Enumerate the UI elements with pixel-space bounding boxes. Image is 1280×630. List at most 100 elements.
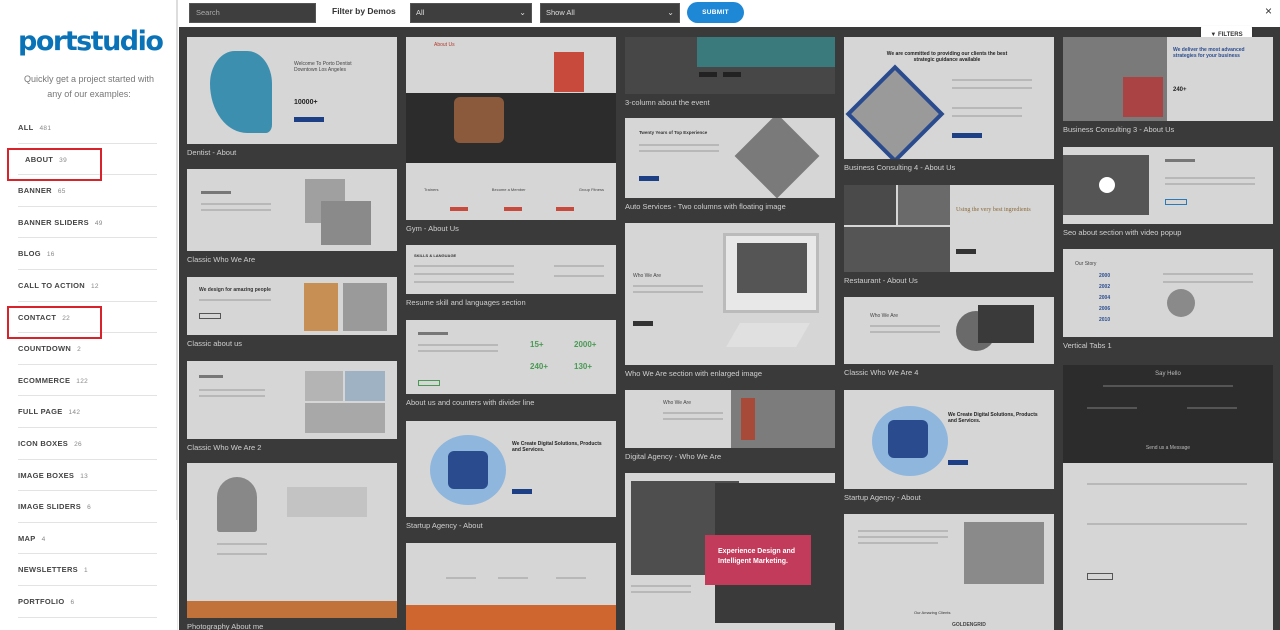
sidebar-item-icon-boxes[interactable]: ICON BOXES 26 bbox=[18, 428, 157, 460]
demo-card[interactable]: Classic Who We Are bbox=[187, 169, 397, 264]
sidebar-item-count: 65 bbox=[57, 188, 66, 196]
demo-card[interactable]: Welcome To Porto Dentist Downtown Los An… bbox=[187, 37, 397, 157]
sidebar-item-label: COUNTDOWN bbox=[18, 344, 72, 354]
submit-button[interactable]: SUBMIT bbox=[687, 2, 744, 23]
sidebar-scrollbar[interactable] bbox=[176, 0, 178, 520]
demo-thumbnail[interactable]: We are committed to providing our client… bbox=[844, 37, 1054, 159]
card-label: Digital Agency - Who We Are bbox=[625, 452, 722, 461]
sidebar-item-ecommerce[interactable]: ECOMMERCE 122 bbox=[18, 365, 157, 397]
demo-thumbnail[interactable] bbox=[625, 37, 835, 94]
demo-card[interactable]: Photography About me bbox=[187, 463, 397, 630]
demo-thumbnail[interactable]: SKILLS & LANGUAGE bbox=[406, 245, 616, 294]
sidebar-item-count: 39 bbox=[59, 156, 68, 164]
demo-select[interactable]: All ⌄ bbox=[410, 3, 532, 23]
sidebar-item-banner-sliders[interactable]: BANNER SLIDERS 49 bbox=[18, 207, 157, 239]
demo-thumbnail[interactable] bbox=[187, 361, 397, 439]
thumb-title: Who We Are bbox=[663, 400, 691, 406]
demo-thumbnail[interactable]: Who We Are bbox=[844, 297, 1054, 364]
sidebar-item-count: 6 bbox=[87, 504, 91, 512]
sidebar-item-image-boxes[interactable]: IMAGE BOXES 13 bbox=[18, 460, 157, 492]
sidebar-item-label: ABOUT bbox=[25, 154, 54, 164]
demo-thumbnail[interactable]: Say Hello Send us a Message bbox=[1063, 365, 1273, 463]
demo-thumbnail[interactable] bbox=[406, 543, 616, 630]
porto-studio-logo[interactable]: portstudio bbox=[18, 26, 164, 57]
demo-thumbnail[interactable]: We Create Digital Solutions, Products an… bbox=[406, 421, 616, 517]
demo-thumbnail[interactable]: About Us Trainers Become a Member Group Fi… bbox=[406, 37, 616, 220]
demo-card[interactable]: Say Hello Send us a Message bbox=[1063, 365, 1273, 630]
sidebar-item-call-to-action[interactable]: CALL TO ACTION 12 bbox=[18, 270, 157, 302]
demo-card[interactable]: We deliver the most advanced strategies … bbox=[1063, 37, 1273, 134]
sidebar-item-countdown[interactable]: COUNTDOWN 2 bbox=[18, 333, 157, 365]
sidebar-item-banner[interactable]: BANNER 65 bbox=[18, 175, 157, 207]
close-icon[interactable]: × bbox=[1265, 4, 1272, 18]
sidebar-item-count: 2 bbox=[77, 346, 82, 354]
sidebar-item-all[interactable]: ALL 481 bbox=[18, 112, 157, 144]
demo-card[interactable]: Who We Are Digital Agency - Who We Are bbox=[625, 390, 835, 461]
demo-thumbnail[interactable]: We design for amazing people bbox=[187, 277, 397, 335]
tooth-graphic bbox=[210, 51, 272, 133]
demo-thumbnail[interactable]: Twenty Years of Top Experience bbox=[625, 118, 835, 198]
demo-card[interactable]: Classic Who We Are 2 bbox=[187, 361, 397, 452]
demo-card[interactable]: 3-column about the event bbox=[625, 37, 835, 107]
demo-card[interactable]: We design for amazing people Classic abo… bbox=[187, 277, 397, 348]
demo-thumbnail[interactable]: Welcome To Porto Dentist Downtown Los An… bbox=[187, 37, 397, 144]
demo-card[interactable]: Experience Design and Intelligent Market… bbox=[625, 473, 835, 630]
card-label: Gym - About Us bbox=[406, 224, 459, 233]
chevron-down-icon: ⌄ bbox=[519, 8, 526, 17]
demo-card[interactable]: Using the very best ingredients Restaura… bbox=[844, 185, 1054, 285]
sidebar-item-contact[interactable]: CONTACT 22 bbox=[7, 302, 157, 339]
card-label: Vertical Tabs 1 bbox=[1063, 341, 1112, 350]
demo-card[interactable]: SKILLS & LANGUAGE Resume skill and langu… bbox=[406, 245, 616, 307]
demo-thumbnail[interactable]: We Create Digital Solutions, Products an… bbox=[844, 390, 1054, 489]
sidebar-item-label: BLOG bbox=[18, 249, 41, 259]
demo-thumbnail[interactable]: Using the very best ingredients bbox=[844, 185, 1054, 272]
demo-thumbnail[interactable]: Who We Are bbox=[625, 223, 835, 365]
sidebar-item-label: BANNER SLIDERS bbox=[18, 217, 89, 227]
card-label: Resume skill and languages section bbox=[406, 298, 526, 307]
demo-card[interactable]: Seo about section with video popup bbox=[1063, 147, 1273, 237]
sidebar-item-label: IMAGE BOXES bbox=[18, 470, 75, 480]
demo-card[interactable]: Who We Are Who We Are section with enlar… bbox=[625, 223, 835, 378]
demo-card[interactable]: We Create Digital Solutions, Products an… bbox=[844, 390, 1054, 502]
sidebar-item-newsletters[interactable]: NEWSLETTERS 1 bbox=[18, 554, 157, 586]
sidebar-item-count: 4 bbox=[41, 535, 46, 543]
sidebar-item-portfolio[interactable]: PORTFOLIO 6 bbox=[18, 586, 157, 618]
sidebar-tagline: Quickly get a project started with any o… bbox=[23, 74, 155, 99]
sidebar-item-label: CONTACT bbox=[18, 312, 57, 322]
demo-card[interactable]: 15+ 2000+ 240+ 130+ About us and counter… bbox=[406, 320, 616, 407]
demo-thumbnail[interactable]: We deliver the most advanced strategies … bbox=[1063, 37, 1273, 121]
demo-thumbnail[interactable]: Experience Design and Intelligent Market… bbox=[625, 473, 835, 630]
demo-thumbnail[interactable]: Our Amazing Clients GOLDENGRID bbox=[844, 514, 1054, 630]
demo-card[interactable]: We are committed to providing our client… bbox=[844, 37, 1054, 172]
sidebar-item-map[interactable]: MAP 4 bbox=[18, 523, 157, 555]
sidebar-item-count: 12 bbox=[90, 282, 99, 290]
demo-card[interactable]: Our Amazing Clients GOLDENGRID bbox=[844, 514, 1054, 630]
demo-thumbnail[interactable]: Who We Are bbox=[625, 390, 835, 448]
demo-thumbnail[interactable] bbox=[187, 463, 397, 618]
sidebar-item-label: PORTFOLIO bbox=[18, 596, 65, 606]
card-label: Classic about us bbox=[187, 339, 243, 348]
demo-card[interactable]: Our Story 2000 2002 2004 2006 2010 Vertical … bbox=[1063, 249, 1273, 350]
demo-card[interactable] bbox=[406, 543, 616, 630]
filter-bar: Search Filter by Demos All ⌄ Show All ⌄ SU… bbox=[179, 0, 1280, 27]
demo-thumbnail[interactable] bbox=[1063, 147, 1273, 224]
demo-card[interactable]: We Create Digital Solutions, Products an… bbox=[406, 421, 616, 530]
show-select[interactable]: Show All ⌄ bbox=[540, 3, 680, 23]
demo-card[interactable]: Who We Are Classic Who We Are 4 bbox=[844, 297, 1054, 377]
sidebar-item-full-page[interactable]: FULL PAGE 142 bbox=[18, 396, 157, 428]
thumb-title: We design for amazing people bbox=[199, 287, 271, 293]
search-input[interactable]: Search bbox=[189, 3, 316, 23]
demo-card[interactable]: About Us Trainers Become a Member Group Fi… bbox=[406, 37, 616, 233]
demo-select-value: All bbox=[416, 8, 425, 17]
sidebar-item-count: 142 bbox=[68, 409, 81, 417]
demo-thumbnail[interactable] bbox=[187, 169, 397, 251]
thumb-title: We deliver the most advanced strategies … bbox=[1173, 47, 1245, 59]
sidebar-item-about[interactable]: ABOUT 39 bbox=[7, 144, 157, 181]
demo-thumbnail[interactable]: 15+ 2000+ 240+ 130+ bbox=[406, 320, 616, 394]
sidebar-item-image-sliders[interactable]: IMAGE SLIDERS 6 bbox=[18, 491, 157, 523]
demo-thumbnail[interactable]: Our Story 2000 2002 2004 2006 2010 bbox=[1063, 249, 1273, 337]
demo-thumbnail-form[interactable] bbox=[1063, 463, 1273, 630]
sidebar-item-blog[interactable]: BLOG 16 bbox=[18, 238, 157, 270]
demo-card[interactable]: Twenty Years of Top Experience Auto Serv… bbox=[625, 118, 835, 211]
sidebar-item-count: 26 bbox=[74, 440, 82, 448]
